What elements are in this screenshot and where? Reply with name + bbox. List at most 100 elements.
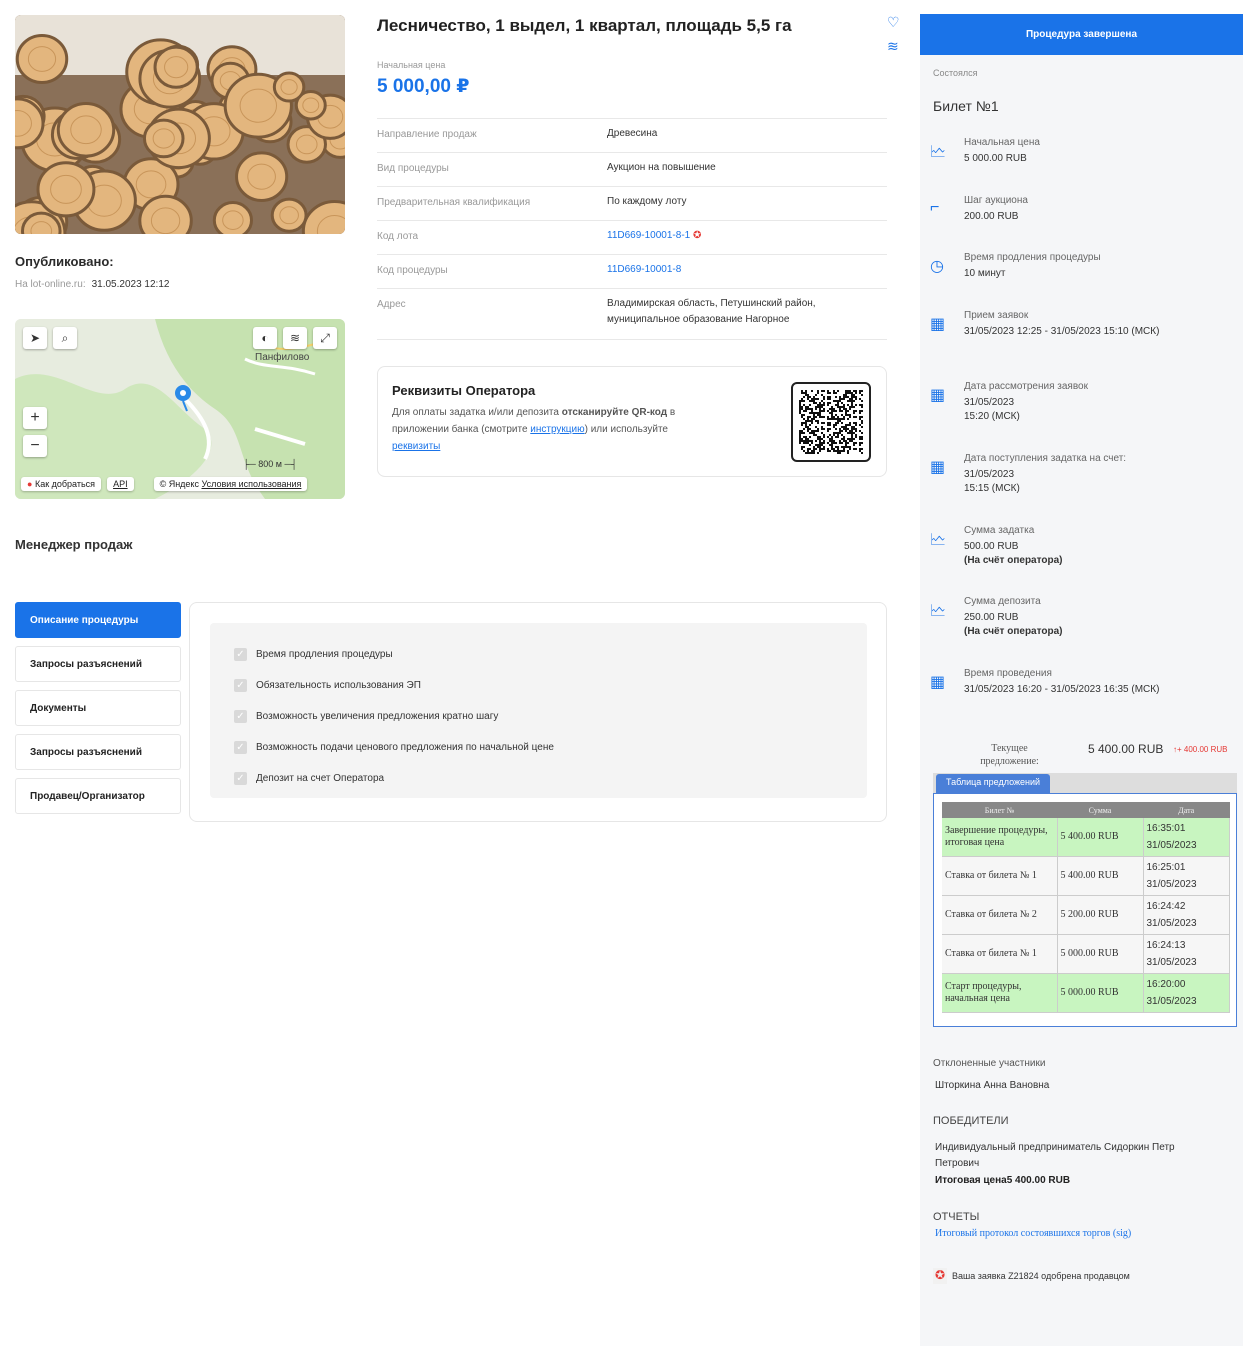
api-link[interactable]: API	[107, 477, 134, 491]
check-label: Время продления процедуры	[256, 649, 393, 660]
table-row: Завершение процедуры, итоговая цена 5 400…	[942, 818, 1230, 857]
check-label: Возможность увеличения предложения кратн…	[256, 711, 499, 722]
requisites-text: Для оплаты задатка и/или депозита отскан…	[392, 404, 707, 455]
calendar-icon: ▦	[930, 459, 946, 476]
property-key: Направление продаж	[377, 129, 477, 140]
winners-label: ПОБЕДИТЕЛИ	[933, 1115, 1009, 1127]
pin-icon: ●	[27, 479, 33, 489]
winner-price: Итоговая цена5 400.00 RUB	[935, 1175, 1071, 1186]
value-note: (На счёт оператора)	[964, 626, 1063, 637]
lot-photo	[15, 15, 345, 234]
checkbox-icon: ✓	[234, 679, 247, 692]
cell-sum: 5 400.00 RUB	[1057, 818, 1144, 857]
offers-table-box: Билет № Сумма Дата Завершение процедуры,…	[933, 793, 1237, 1027]
published-title: Опубликовано:	[15, 254, 114, 269]
tab-clarifications-2[interactable]: Запросы разъяснений	[15, 734, 181, 770]
checkbox-icon: ✓	[234, 772, 247, 785]
info-value: 10 минут	[964, 268, 1006, 279]
property-key: Адрес	[377, 299, 406, 310]
cell-bid: Ставка от билета № 2	[942, 895, 1058, 935]
published-site: На lot-online.ru:	[15, 279, 86, 290]
map-place-label: Панфилово	[255, 352, 310, 363]
money-icon: 🗠	[930, 144, 947, 161]
property-row: Вид процедуры Аукцион на повышение	[377, 152, 887, 186]
cell-bid: Завершение процедуры, итоговая цена	[942, 818, 1058, 857]
lot-code[interactable]: 11D669-10001-8-1	[607, 230, 690, 241]
route-button[interactable]: ● Как добраться	[21, 477, 102, 491]
report-link[interactable]: Итоговый протокол состоявшихся торгов (s…	[935, 1228, 1131, 1239]
tab-clarifications[interactable]: Запросы разъяснений	[15, 646, 181, 682]
check-label: Депозит на счет Оператора	[256, 773, 385, 784]
info-value: 31/05/2023 15:15 (МСК)	[964, 469, 1020, 494]
current-offer-label: Текущее предложение:	[980, 743, 1039, 767]
clock-icon: ◷	[930, 258, 944, 275]
value-text: 500.00 RUB	[964, 541, 1019, 552]
tab-offers-table[interactable]: Таблица предложений	[936, 774, 1051, 793]
value-note: (На счёт оператора)	[964, 555, 1063, 566]
map-search-button[interactable]: ⌕	[53, 327, 77, 349]
cell-sum: 5 000.00 RUB	[1057, 973, 1144, 1013]
copyright-text: © Яндекс	[159, 479, 199, 489]
procedure-code-link[interactable]: 11D669-10001-8	[607, 262, 681, 288]
lot-code-link[interactable]: 11D669-10001-8-1 ✪	[607, 228, 701, 254]
map-scale: ├─ 800 м ─┤	[243, 459, 298, 469]
favorite-icon[interactable]: ♡	[887, 14, 900, 31]
cell-bid: Ставка от билета № 1	[942, 856, 1058, 896]
check-label: Обязательность использования ЭП	[256, 680, 421, 691]
route-label: Как добраться	[34, 479, 96, 489]
start-price-label: Начальная цена	[377, 60, 446, 70]
zoom-in-button[interactable]: +	[23, 407, 47, 429]
info-value: 200.00 RUB	[964, 211, 1019, 222]
reports-label: ОТЧЕТЫ	[933, 1211, 980, 1223]
map[interactable]: ➤ ⌕ ◐ ≋ ⤢ + − Панфилово ├─ 800 м ─┤ ● Ка…	[15, 319, 345, 499]
instruction-link[interactable]: инструкцию	[530, 424, 584, 435]
property-row: Направление продаж Древесина	[377, 118, 887, 152]
offers-tab-bar: Таблица предложений	[933, 773, 1237, 793]
check-extension: ✓ Время продления процедуры	[234, 639, 843, 670]
map-footer: ● Как добраться API © Яндекс Условия исп…	[21, 475, 339, 493]
terms-link[interactable]: Условия использования	[202, 479, 302, 489]
layers-icon[interactable]: ≋	[887, 38, 899, 55]
info-value: 31/05/2023 12:25 - 31/05/2023 15:10 (МСК…	[964, 326, 1160, 337]
info-label: Время продления процедуры	[964, 252, 1101, 263]
calendar-icon: ▦	[930, 674, 946, 691]
info-label: Начальная цена	[964, 137, 1040, 148]
checks-list: ✓ Время продления процедуры ✓ Обязательнос…	[210, 623, 867, 798]
table-row: Ставка от билета № 25 200.00 RUB 16:24:42…	[942, 895, 1230, 935]
map-copyright: © Яндекс Условия использования	[153, 477, 308, 491]
calendar-icon: ▦	[930, 387, 946, 404]
requisites-link[interactable]: реквизиты	[392, 441, 440, 452]
traffic-button[interactable]: ◐	[253, 327, 277, 349]
tab-seller[interactable]: Продавец/Организатор	[15, 778, 181, 814]
offers-table: Билет № Сумма Дата Завершение процедуры,…	[942, 802, 1230, 1013]
cell-sum: 5 000.00 RUB	[1057, 934, 1144, 974]
increase-value: + 400.00 RUB	[1177, 745, 1228, 754]
tab-documents[interactable]: Документы	[15, 690, 181, 726]
tab-description[interactable]: Описание процедуры	[15, 602, 181, 638]
zoom-out-button[interactable]: −	[23, 435, 47, 457]
manager-label: Менеджер продаж	[15, 537, 133, 552]
req-text: Для оплаты задатка и/или депозита	[392, 407, 562, 418]
check-signature: ✓ Обязательность использования ЭП	[234, 670, 843, 701]
checkbox-icon: ✓	[234, 710, 247, 723]
rejected-name: Шторкина Анна Вановна	[935, 1080, 1050, 1091]
procedure-state: Состоялся	[933, 68, 978, 78]
property-key: Предварительная квалификация	[377, 197, 531, 208]
qr-code	[791, 382, 871, 462]
check-label: Возможность подачи ценового предложения …	[256, 742, 554, 753]
checkbox-icon: ✓	[234, 741, 247, 754]
ticket-number: Билет №1	[933, 98, 999, 114]
page: Опубликовано: На lot-online.ru: 31.05.202…	[0, 0, 1243, 1346]
operator-requisites: Реквизиты Оператора Для оплаты задатка и…	[377, 366, 887, 477]
layers-button[interactable]: ≋	[283, 327, 307, 349]
fullscreen-button[interactable]: ⤢	[313, 327, 337, 349]
info-value: 31/05/2023 15:20 (МСК)	[964, 397, 1020, 422]
check-deposit: ✓ Депозит на счет Оператора	[234, 763, 843, 794]
info-label: Дата рассмотрения заявок	[964, 381, 1088, 392]
status-button[interactable]: Процедура завершена	[920, 14, 1243, 55]
calendar-icon: ▦	[930, 316, 946, 333]
cell-date: 16:20:00 31/05/2023	[1143, 973, 1230, 1013]
locate-button[interactable]: ➤	[23, 327, 47, 349]
info-label: Прием заявок	[964, 310, 1029, 321]
cell-bid: Ставка от билета № 1	[942, 934, 1058, 974]
